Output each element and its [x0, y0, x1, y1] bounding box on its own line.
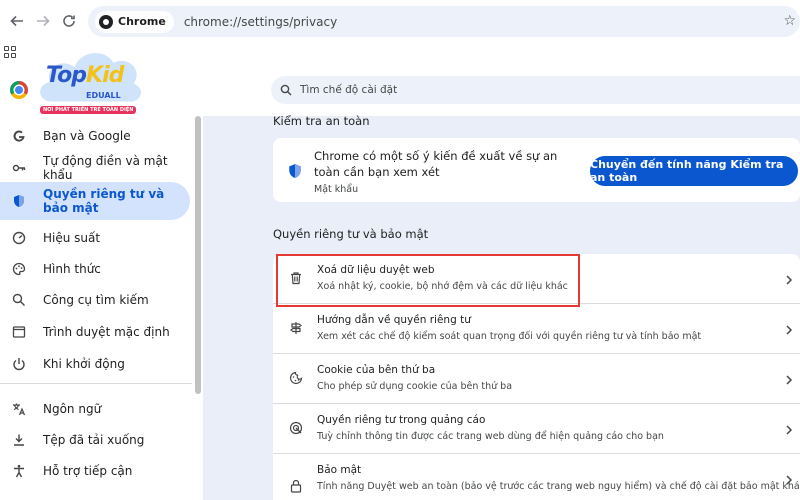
browser-toolbar: Chrome chrome://settings/privacy ☆ [0, 0, 800, 42]
reload-icon[interactable] [56, 8, 82, 34]
sidebar-item-on-startup[interactable]: Khi khởi động [0, 351, 190, 377]
chevron-right-icon [784, 421, 794, 435]
apps-grid-icon[interactable] [4, 46, 16, 58]
go-to-safety-check-button[interactable]: Chuyển đến tính năng Kiểm tra an toàn [590, 156, 798, 186]
sidebar-divider [0, 383, 192, 384]
settings-main: Kiểm tra an toàn Chrome có một số ý kiến… [203, 114, 800, 500]
safety-check-detail: Mật khẩu [314, 184, 359, 195]
privacy-guide-row[interactable]: Hướng dẫn về quyền riêng tư Xem xét các … [273, 304, 800, 353]
safety-check-heading: Kiểm tra an toàn [273, 114, 370, 128]
security-row[interactable]: Bảo mật Tính năng Duyệt web an toàn (bảo… [273, 454, 800, 500]
chevron-right-icon [784, 271, 794, 285]
chrome-logo-icon [10, 81, 28, 99]
chevron-right-icon [784, 321, 794, 335]
sidebar-item-you-and-google[interactable]: Bạn và Google [0, 123, 190, 149]
sidebar-item-privacy[interactable]: Quyền riêng tư và bảo mật [0, 182, 190, 220]
cookie-icon [289, 370, 305, 386]
sidebar-item-accessibility[interactable]: Hỗ trợ tiếp cận [0, 458, 190, 484]
signpost-icon [289, 320, 305, 336]
browser-window: Chrome chrome://settings/privacy ☆ Tìm c… [0, 0, 800, 500]
browser-window-icon [11, 324, 27, 340]
power-icon [11, 356, 27, 372]
address-bar[interactable]: Chrome chrome://settings/privacy ☆ [88, 6, 800, 37]
key-icon [11, 160, 27, 176]
settings-sidebar: Bạn và Google Tự động điền và mật khẩu Q… [0, 116, 203, 500]
chevron-right-icon [784, 471, 794, 485]
forward-icon[interactable] [30, 8, 56, 34]
search-placeholder: Tìm chế độ cài đặt [300, 84, 398, 96]
shield-icon [11, 193, 27, 209]
privacy-section-heading: Quyền riêng tư và bảo mật [273, 227, 429, 241]
shield-icon [287, 163, 303, 179]
palette-icon [11, 261, 27, 277]
sidebar-item-downloads[interactable]: Tệp đã tải xuống [0, 427, 190, 453]
sidebar-item-languages[interactable]: Ngôn ngữ [0, 396, 190, 422]
chrome-icon [99, 14, 113, 29]
sidebar-item-performance[interactable]: Hiệu suất [0, 225, 190, 251]
logo-wordmark: TopKid [46, 63, 124, 88]
download-icon [11, 432, 27, 448]
sidebar-item-appearance[interactable]: Hình thức [0, 256, 190, 282]
chevron-right-icon [784, 371, 794, 385]
sidebar-item-search-engine[interactable]: Công cụ tìm kiếm [0, 287, 190, 313]
back-icon[interactable] [4, 8, 30, 34]
url-text[interactable]: chrome://settings/privacy [184, 15, 337, 29]
logo-subtitle: EDUALL [86, 91, 121, 100]
brand-logo: TopKid EDUALL NƠI PHÁT TRIỂN TRẺ TOÀN DI… [32, 45, 147, 125]
third-party-cookies-row[interactable]: Cookie của bên thứ ba Cho phép sử dụng c… [273, 354, 800, 403]
highlight-box [276, 254, 580, 307]
speedometer-icon [11, 230, 27, 246]
settings-search-input[interactable]: Tìm chế độ cài đặt [271, 76, 800, 104]
lock-icon [289, 478, 305, 494]
translate-icon [11, 401, 27, 417]
ad-privacy-row[interactable]: Quyền riêng tư trong quảng cáo Tuỳ chỉnh… [273, 404, 800, 453]
ads-target-icon [289, 420, 305, 436]
safety-check-card: Chrome có một số ý kiến đề xuất về sự an… [273, 138, 800, 202]
accessibility-icon [11, 463, 27, 479]
sidebar-item-default-browser[interactable]: Trình duyệt mặc định [0, 319, 190, 345]
site-info-chip[interactable]: Chrome [95, 10, 174, 33]
bookmark-star-icon[interactable]: ☆ [783, 13, 796, 29]
site-chip-label: Chrome [118, 15, 166, 28]
sidebar-scrollbar[interactable] [195, 116, 201, 394]
search-icon [11, 292, 27, 308]
logo-tagline: NƠI PHÁT TRIỂN TRẺ TOÀN DIỆN [40, 106, 137, 114]
safety-check-message: Chrome có một số ý kiến đề xuất về sự an… [314, 149, 558, 179]
sidebar-item-autofill[interactable]: Tự động điền và mật khẩu [0, 154, 190, 182]
google-icon [11, 128, 27, 144]
search-icon [280, 84, 292, 96]
